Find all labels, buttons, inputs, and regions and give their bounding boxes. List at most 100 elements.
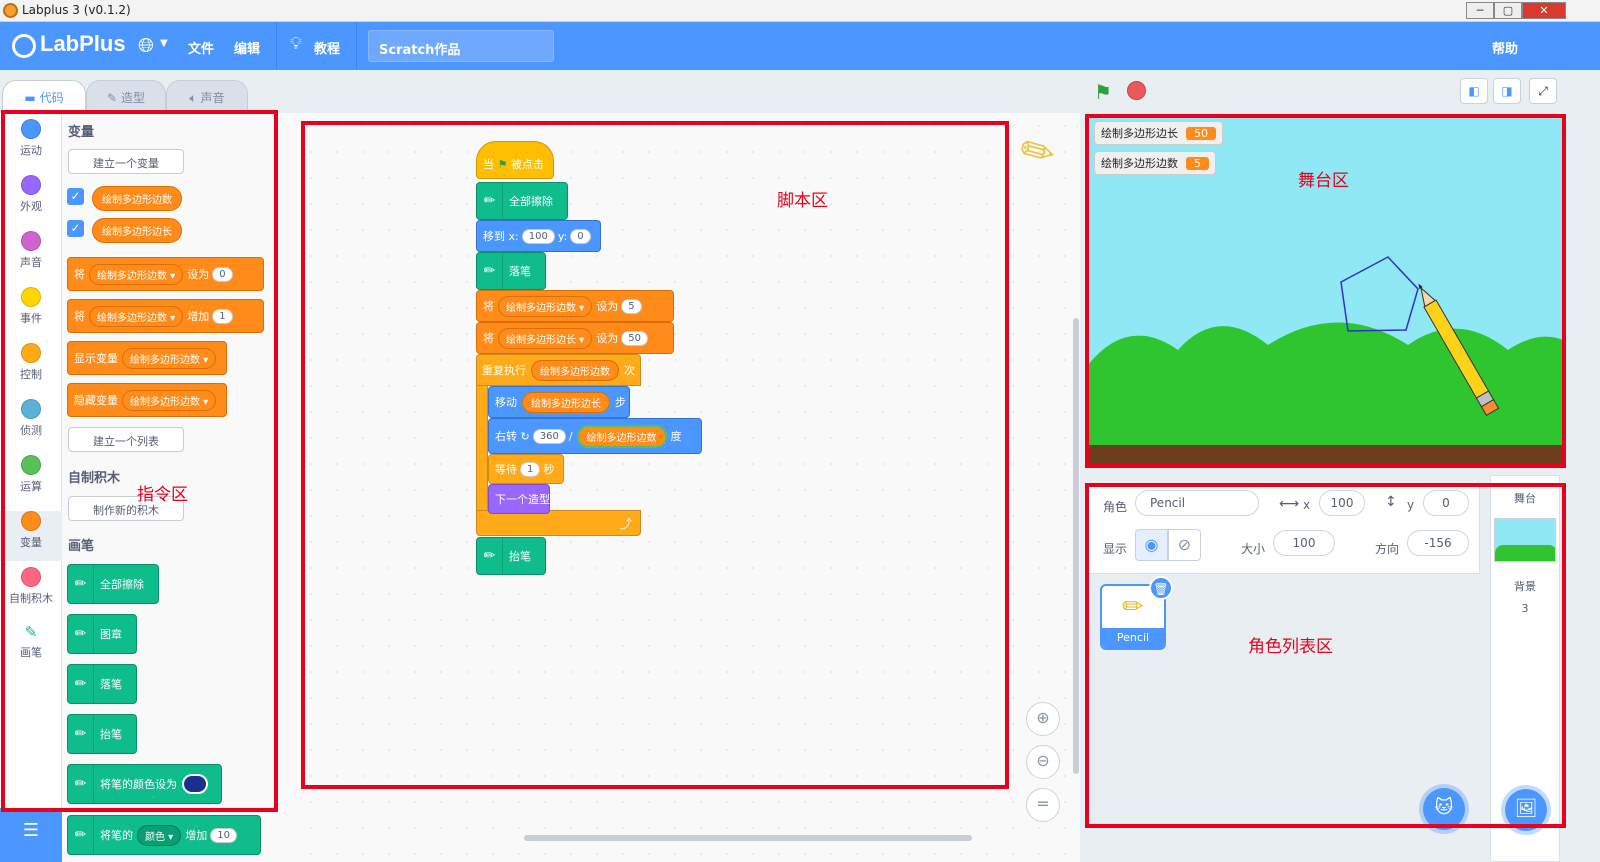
menu-edit[interactable]: 编辑 <box>234 38 260 57</box>
pencil-icon: ✏︎ <box>477 183 503 219</box>
make-list-button[interactable]: 建立一个列表 <box>68 427 184 452</box>
stage-pane-title: 舞台 <box>1514 492 1536 505</box>
maximize-button[interactable]: ▢ <box>1494 2 1522 19</box>
pen-heading: 画笔 <box>68 539 95 554</box>
block-set-variable[interactable]: 将绘制多边形边数 ▾ 设为 0 <box>67 257 264 291</box>
tab-costumes[interactable]: ✎ 造型 <box>86 80 166 110</box>
menu-tutorial[interactable]: 教程 <box>314 38 340 57</box>
eye-slash-icon: ⊘ <box>1177 535 1192 554</box>
repeat-label: 重复执行 绘制多边形边数次 <box>476 354 641 386</box>
block-change-variable[interactable]: 将绘制多边形边数 ▾ 增加 1 <box>67 299 264 333</box>
logo-text[interactable]: LabPlus <box>40 31 126 57</box>
large-stage-button[interactable]: ◨ <box>1493 78 1521 104</box>
pen-icon: ✎ <box>24 623 38 641</box>
block-pen-clear[interactable]: ✏︎ 全部擦除 <box>67 564 159 604</box>
block-pen-down-script[interactable]: ✏︎ 落笔 <box>476 252 546 290</box>
zoom-out-icon: ⊖ <box>1036 751 1050 770</box>
block-pen-up[interactable]: ✏︎ 抬笔 <box>67 714 137 754</box>
logo-icon <box>12 34 36 58</box>
make-variable-button[interactable]: 建立一个变量 <box>68 149 184 174</box>
x-input[interactable]: 100 <box>1319 490 1365 516</box>
block-pen-down[interactable]: ✏︎ 落笔 <box>67 664 137 704</box>
block-hide-variable[interactable]: 隐藏变量 绘制多边形边数 ▾ <box>67 383 227 417</box>
category-operators[interactable]: 运算 <box>0 455 62 505</box>
direction-input[interactable]: -156 <box>1407 530 1469 556</box>
fullscreen-button[interactable]: ⤢ <box>1529 78 1557 104</box>
reporter-var-length[interactable]: 绘制多边形边长 <box>92 218 182 243</box>
menu-help[interactable]: 帮助 <box>1492 38 1518 57</box>
pentagon-drawing <box>1340 256 1419 332</box>
sprite-name-input[interactable]: Pencil <box>1135 490 1259 516</box>
block-turn-right[interactable]: 右转 ↻ 360/绘制多边形边数度 <box>488 418 702 454</box>
checkbox-var-sides[interactable]: ✓ <box>67 188 84 205</box>
x-arrows-icon: ⟷ <box>1279 496 1300 512</box>
block-wait[interactable]: 等待 1 秒 <box>488 454 564 484</box>
cat-plus-icon: 🐱︎ <box>1434 797 1454 818</box>
block-when-flag-clicked[interactable]: 当 ⚑ 被点击 <box>476 141 554 179</box>
pencil-icon: ✏︎ <box>68 765 94 803</box>
category-variables[interactable]: 变量 <box>0 511 62 561</box>
block-show-variable[interactable]: 显示变量 绘制多边形边数 ▾ <box>67 341 227 375</box>
monitor-var-sides[interactable]: 绘制多边形边数 5 <box>1094 151 1216 175</box>
sprite-list: ✏︎ Pencil 🗑︎ 🐱︎ <box>1088 574 1480 862</box>
pencil-icon: ✏︎ <box>68 715 94 753</box>
tab-costumes-label: 造型 <box>120 91 145 105</box>
category-my-blocks[interactable]: 自制积木 <box>0 567 62 617</box>
zoom-out-button[interactable]: ⊖ <box>1026 745 1060 779</box>
y-input[interactable]: 0 <box>1423 490 1469 516</box>
zoom-reset-button[interactable]: = <box>1026 788 1060 822</box>
green-flag-button[interactable]: ⚑ <box>1094 80 1112 104</box>
y-arrows-icon: ↕ <box>1385 494 1397 510</box>
close-window-button[interactable]: ✕ <box>1522 2 1566 19</box>
stage-selector[interactable]: 舞台 背景 3 🖼︎ <box>1490 475 1560 862</box>
block-set-sides[interactable]: 将绘制多边形边数 ▾ 设为 5 <box>476 290 674 322</box>
minimize-button[interactable]: ─ <box>1466 2 1494 19</box>
category-events[interactable]: 事件 <box>0 287 62 337</box>
category-sensing[interactable]: 侦测 <box>0 399 62 449</box>
horizontal-scrollbar[interactable] <box>524 835 972 841</box>
reporter-var-sides[interactable]: 绘制多边形边数 <box>92 186 182 211</box>
category-looks[interactable]: 外观 <box>0 175 62 225</box>
checkbox-var-length[interactable]: ✓ <box>67 220 84 237</box>
size-input[interactable]: 100 <box>1273 530 1335 556</box>
language-globe-icon[interactable]: 🌐︎ <box>138 33 154 57</box>
block-clear[interactable]: ✏︎ 全部擦除 <box>476 182 568 220</box>
show-sprite-button[interactable]: ◉ <box>1135 529 1168 561</box>
block-pen-set-color[interactable]: ✏︎ 将笔的颜色设为 <box>67 764 222 804</box>
block-set-length[interactable]: 将绘制多边形边长 ▾ 设为 50 <box>476 322 674 354</box>
stop-button[interactable] <box>1127 81 1146 100</box>
block-move-steps[interactable]: 移动 绘制多边形边长步 <box>488 386 630 418</box>
zoom-reset-icon: = <box>1036 794 1050 813</box>
delete-sprite-button[interactable]: 🗑︎ <box>1149 576 1173 600</box>
category-control[interactable]: 控制 <box>0 343 62 393</box>
vertical-scrollbar[interactable] <box>1073 318 1079 774</box>
zoom-in-button[interactable]: ⊕ <box>1026 702 1060 736</box>
category-pen[interactable]: ✎ 画笔 <box>0 623 62 673</box>
tab-code-label: 代码 <box>39 91 64 105</box>
category-motion[interactable]: 运动 <box>0 119 62 169</box>
block-pen-stamp[interactable]: ✏︎ 图章 <box>67 614 137 654</box>
script-area[interactable]: ✏︎ 当 ⚑ 被点击 ✏︎ 全部擦除 移到 x: 100 y: 0 ✏︎ 落笔 将绘制多边… <box>298 113 1080 862</box>
tab-code[interactable]: ▬ 代码 <box>2 80 86 110</box>
block-pen-change-param[interactable]: ✏︎ 将笔的 颜色 ▾ 增加 10 <box>67 815 261 855</box>
block-goto-xy[interactable]: 移到 x: 100 y: 0 <box>476 220 601 252</box>
pen-color-swatch <box>182 774 208 794</box>
small-stage-button[interactable]: ◧ <box>1460 78 1488 104</box>
brush-icon: ✎ <box>107 91 118 105</box>
image-plus-icon: 🖼︎ <box>1514 798 1538 819</box>
block-pen-up-script[interactable]: ✏︎ 抬笔 <box>476 537 546 575</box>
extensions-button[interactable]: ☰ <box>0 808 62 862</box>
add-sprite-button[interactable]: 🐱︎ <box>1423 788 1465 830</box>
monitor-var-length[interactable]: 绘制多边形边长 50 <box>1094 121 1223 145</box>
tab-sounds[interactable]: 🔈︎ 声音 <box>166 80 248 110</box>
add-backdrop-button[interactable]: 🖼︎ <box>1505 789 1547 831</box>
y-label: y <box>1407 498 1415 512</box>
trash-icon: 🗑︎ <box>1153 582 1169 596</box>
ground-shape <box>1088 445 1563 467</box>
project-title-input[interactable]: Scratch作品 <box>368 30 554 62</box>
block-next-costume[interactable]: 下一个造型 <box>488 484 550 514</box>
category-sound[interactable]: 声音 <box>0 231 62 281</box>
menu-file[interactable]: 文件 <box>188 38 214 57</box>
window-titlebar: Labplus 3 (v0.1.2) ─ ▢ ✕ <box>0 0 1600 22</box>
hide-sprite-button[interactable]: ⊘ <box>1168 529 1201 561</box>
